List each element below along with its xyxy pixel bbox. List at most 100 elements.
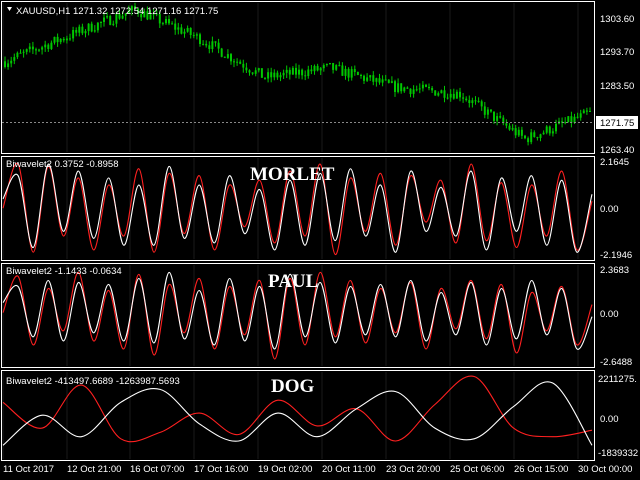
candle-body [239, 61, 242, 64]
candle-body [279, 75, 282, 78]
candle-body [434, 90, 437, 96]
candle-body [171, 23, 174, 25]
candle-body [437, 93, 440, 96]
morlet-indicator-label: Biwavelet2 0.3752 -0.8958 [6, 159, 119, 170]
candle-body [226, 54, 229, 58]
candle-body [202, 43, 205, 45]
candle-body [304, 75, 307, 77]
candle-body [508, 125, 511, 130]
candle-body [103, 17, 105, 22]
candle-body [112, 23, 115, 25]
candle-body [16, 52, 19, 58]
morlet-title: MORLET [250, 164, 335, 185]
candle-body [428, 86, 430, 89]
candle-body [195, 34, 198, 36]
candle-body [341, 65, 344, 76]
time-label: 16 Oct 07:00 [130, 464, 184, 475]
dog-axis-max: 2211275. [598, 374, 637, 385]
candle-body [264, 77, 266, 79]
candle-body [7, 63, 10, 67]
candle-body [465, 98, 468, 101]
candle-body [307, 69, 310, 76]
candle-body [288, 69, 291, 75]
candle-body [431, 88, 434, 91]
candle-body [56, 36, 59, 43]
candle-body [233, 61, 235, 63]
candle-body [316, 65, 319, 71]
candle-body [533, 132, 536, 137]
candle-body [548, 126, 551, 134]
dog-axis-min: -1839332 [598, 448, 638, 459]
candle-body [576, 116, 579, 118]
candle-body [273, 72, 276, 78]
candle-body [455, 91, 458, 99]
dog-title: DOG [271, 376, 315, 397]
price-axis-label: 1283.50 [600, 81, 634, 92]
candle-body [50, 42, 53, 49]
time-label: 26 Oct 15:00 [514, 464, 568, 475]
morlet-axis-max: 2.1645 [600, 157, 629, 168]
candle-body [390, 81, 393, 83]
candle-body [363, 75, 365, 81]
candle-body [177, 27, 180, 30]
candle-body [38, 49, 40, 51]
price-axis-label: 1303.60 [600, 14, 634, 25]
candle-body [524, 135, 526, 139]
candle-body [44, 44, 47, 48]
dog-indicator-label: Biwavelet2 -413497.6689 -1263987.5693 [6, 376, 180, 387]
paul-title: PAUL [268, 271, 318, 292]
candle-body [356, 72, 359, 75]
candle-body [298, 69, 300, 75]
candle-body [236, 61, 239, 63]
candle-body [10, 60, 13, 64]
candle-body [468, 100, 471, 103]
time-label: 11 Oct 2017 [3, 464, 54, 475]
candle-body [397, 83, 400, 92]
candle-body [409, 88, 412, 94]
candle-body [168, 19, 170, 24]
candle-body [242, 63, 245, 68]
candle-body [41, 47, 44, 50]
candle-body [381, 79, 384, 83]
candle-body [267, 72, 270, 79]
candle-body [180, 27, 183, 34]
candle-body [459, 91, 461, 98]
candle-body [567, 116, 570, 123]
price-axis-label: 1263.40 [600, 145, 634, 156]
candle-body [205, 43, 208, 46]
paul-indicator-label: Biwavelet2 -1.1433 -0.0634 [6, 266, 122, 277]
candle-body [378, 78, 381, 83]
candle-body [486, 109, 489, 115]
candle-body [406, 87, 409, 89]
candle-body [496, 116, 499, 121]
candle-body [384, 79, 387, 81]
candle-body [347, 68, 350, 78]
candle-body [301, 69, 304, 76]
candle-body [65, 38, 68, 41]
candle-body [313, 65, 316, 72]
candle-body [220, 48, 223, 57]
candle-body [192, 35, 195, 37]
candle-body [369, 75, 372, 78]
candle-body [87, 23, 90, 32]
candle-body [585, 110, 588, 112]
candle-body [582, 110, 585, 114]
terminal-chart[interactable]: XAUUSD,H1 1271.32 1272.54 1271.16 1271.7… [0, 0, 640, 480]
candle-body [564, 122, 567, 124]
candle-body [344, 68, 347, 76]
candle-body [545, 126, 548, 133]
candle-body [22, 51, 25, 53]
candle-body [254, 70, 257, 74]
candle-body [81, 26, 84, 34]
candle-body [403, 87, 406, 92]
time-label: 25 Oct 06:00 [450, 464, 504, 475]
candle-body [471, 100, 474, 103]
candle-body [53, 36, 56, 43]
candle-body [452, 93, 455, 99]
candle-body [375, 78, 378, 82]
candle-body [335, 65, 338, 70]
candle-body [90, 23, 93, 32]
candle-body [412, 89, 415, 94]
candle-body [35, 49, 37, 51]
time-label: 17 Oct 16:00 [194, 464, 248, 475]
